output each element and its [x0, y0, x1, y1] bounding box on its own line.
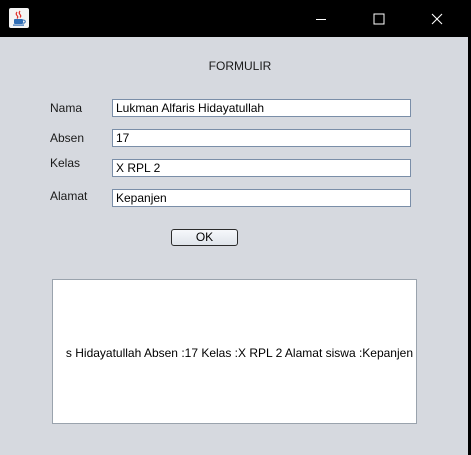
form-title: FORMULIR — [208, 59, 272, 73]
kelas-field[interactable] — [112, 159, 411, 177]
output-text: s Hidayatullah Absen :17 Kelas :X RPL 2 … — [65, 346, 413, 360]
application-window: FORMULIR Nama Absen Kelas Alamat OK s Hi… — [0, 0, 471, 455]
alamat-label: Alamat — [50, 189, 88, 203]
maximize-button[interactable] — [356, 0, 402, 37]
kelas-label: Kelas — [50, 156, 81, 170]
minimize-button[interactable] — [298, 0, 344, 37]
absen-label: Absen — [50, 131, 85, 145]
maximize-icon — [373, 13, 385, 24]
absen-field[interactable] — [112, 129, 411, 147]
form-panel: FORMULIR Nama Absen Kelas Alamat OK s Hi… — [0, 37, 468, 455]
minimize-icon — [316, 18, 326, 20]
alamat-field[interactable] — [112, 189, 411, 207]
nama-label: Nama — [50, 101, 83, 115]
output-text-area[interactable]: s Hidayatullah Absen :17 Kelas :X RPL 2 … — [52, 279, 417, 424]
java-coffee-cup-icon — [9, 8, 29, 28]
ok-button[interactable]: OK — [171, 229, 238, 246]
close-icon — [431, 13, 443, 24]
close-button[interactable] — [414, 0, 460, 37]
nama-field[interactable] — [112, 99, 411, 117]
title-bar[interactable] — [0, 0, 471, 37]
